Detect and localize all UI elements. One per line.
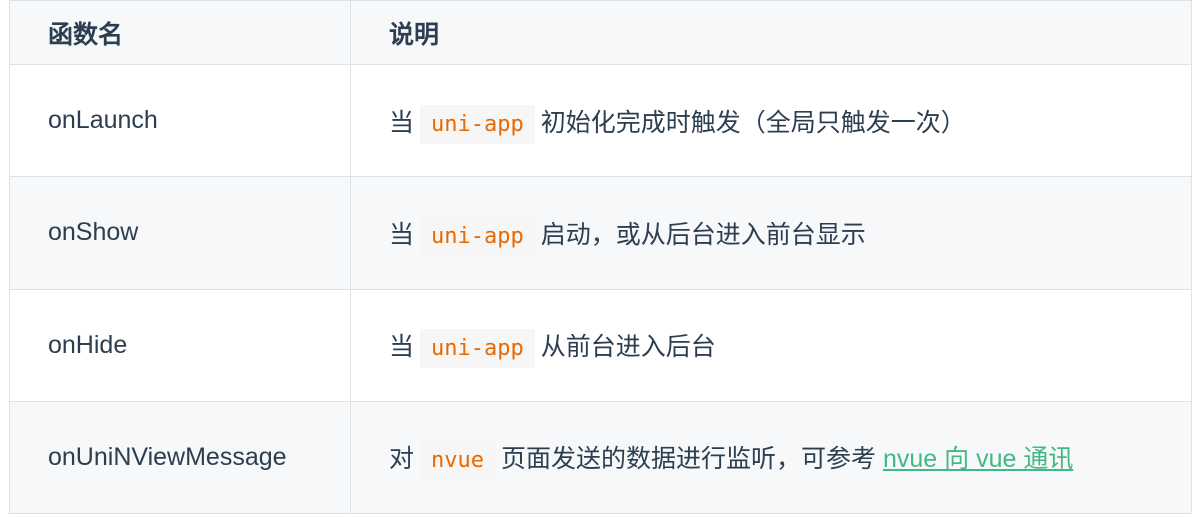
inline-code: uni-app [420, 104, 535, 144]
description-text: 启动，或从后台进入前台显示 [540, 220, 866, 249]
description-cell: 当 uni-app 从前台进入后台 [350, 288, 1192, 402]
description-cell: 对 nvue 页面发送的数据进行监听，可参考 nvue 向 vue 通讯 [350, 400, 1192, 515]
header-description: 说明 [350, 0, 1192, 65]
table-header-row: 函数名 说明 [9, 0, 1192, 65]
function-name-cell: onLaunch [9, 63, 351, 178]
inline-code: uni-app [420, 329, 535, 369]
description-cell: 当 uni-app 启动，或从后台进入前台显示 [350, 176, 1192, 290]
description-prefix: 对 [389, 445, 415, 474]
description-prefix: 当 [389, 108, 415, 137]
table-row: onShow 当 uni-app 启动，或从后台进入前台显示 [9, 176, 1192, 290]
description-cell: 当 uni-app 初始化完成时触发（全局只触发一次） [350, 63, 1192, 178]
inline-code: uni-app [420, 216, 535, 256]
lifecycle-table: 函数名 说明 onLaunch 当 uni-app 初始化完成时触发（全局只触发一次… [9, 0, 1192, 515]
description-prefix: 当 [389, 220, 415, 249]
description-text: 页面发送的数据进行监听，可参考 [501, 445, 877, 474]
function-name-cell: onShow [9, 176, 351, 290]
function-name-cell: onHide [9, 288, 351, 402]
description-text: 从前台进入后台 [540, 333, 716, 362]
table-row: onUniNViewMessage 对 nvue 页面发送的数据进行监听，可参考 n… [9, 400, 1192, 515]
inline-code: nvue [420, 441, 495, 481]
function-name-cell: onUniNViewMessage [9, 400, 351, 515]
header-function-name: 函数名 [9, 0, 351, 65]
description-text: 初始化完成时触发（全局只触发一次） [540, 108, 966, 137]
description-prefix: 当 [389, 333, 415, 362]
api-table-container: 函数名 说明 onLaunch 当 uni-app 初始化完成时触发（全局只触发一次… [9, 0, 1192, 515]
table-row: onLaunch 当 uni-app 初始化完成时触发（全局只触发一次） [9, 63, 1192, 178]
nvue-vue-communication-link[interactable]: nvue 向 vue 通讯 [883, 445, 1073, 473]
table-row: onHide 当 uni-app 从前台进入后台 [9, 288, 1192, 402]
